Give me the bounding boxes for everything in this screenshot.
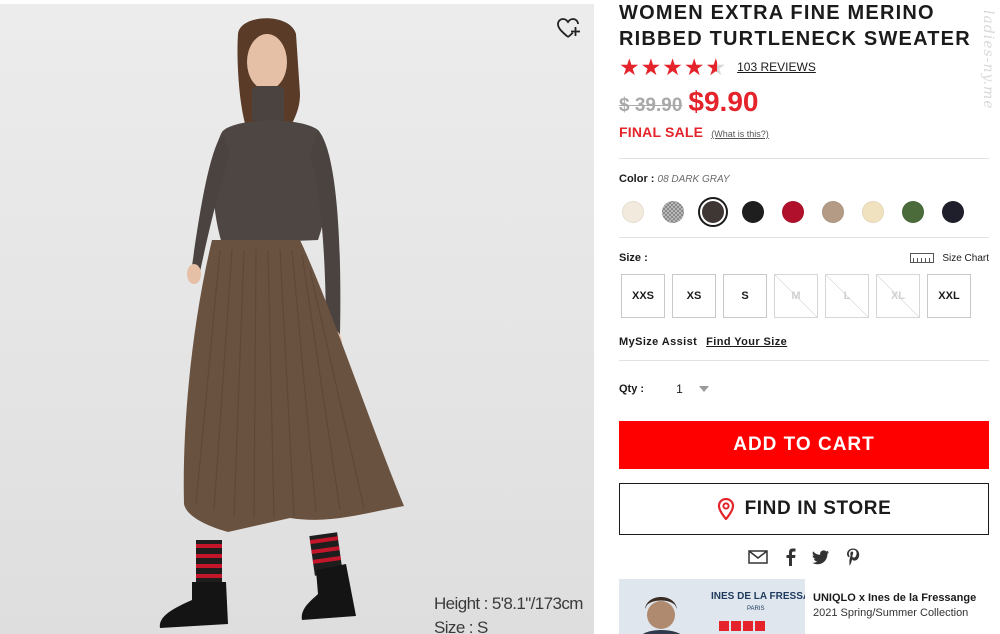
divider (619, 237, 989, 238)
color-swatches (622, 197, 989, 227)
model-illustration (159, 18, 404, 628)
mysize-assist: MySize Assist Find Your Size (619, 334, 989, 350)
location-pin-icon (717, 498, 734, 520)
find-in-store-label: FIND IN STORE (744, 498, 892, 519)
model-size: Size : S (434, 618, 488, 634)
twitter-icon[interactable] (812, 549, 830, 565)
divider (619, 360, 989, 361)
size-option-xl[interactable]: XL (876, 274, 920, 318)
color-swatch[interactable] (822, 201, 844, 223)
model-info: Height : 5'8.1"/173cm Size : S (434, 592, 583, 634)
ruler-icon (910, 253, 935, 263)
pinterest-icon[interactable] (846, 548, 860, 566)
size-option-l[interactable]: L (825, 274, 869, 318)
qty-label: Qty : (619, 383, 645, 395)
original-price: $ 39.90 (619, 95, 683, 116)
mysize-label: MySize Assist (619, 336, 698, 348)
color-label: Color : 08 DARK GRAY (619, 173, 989, 187)
promo-text: UNIQLO x Ines de la Fressange 2021 Sprin… (813, 591, 976, 634)
promo-banner-title: INES DE LA FRESSANGE (711, 591, 805, 602)
size-label: Size : (619, 252, 648, 264)
size-options: XXS XS S M L XL XXL (621, 274, 989, 318)
star-icon: ★ (683, 54, 705, 80)
find-in-store-button[interactable]: FIND IN STORE (619, 483, 989, 535)
color-swatch[interactable] (742, 201, 764, 223)
size-option-s[interactable]: S (723, 274, 767, 318)
color-swatch[interactable] (698, 197, 728, 227)
promo-subheading: 2021 Spring/Summer Collection (813, 607, 969, 619)
color-swatch[interactable] (902, 201, 924, 223)
size-option-m[interactable]: M (774, 274, 818, 318)
size-option-xs[interactable]: XS (672, 274, 716, 318)
star-icon: ★ (640, 54, 662, 80)
find-your-size-link[interactable]: Find Your Size (706, 336, 787, 348)
size-option-xxl[interactable]: XXL (927, 274, 971, 318)
size-header: Size : Size Chart (619, 250, 989, 266)
qty-select[interactable]: 1 (676, 382, 683, 396)
sale-price: $9.90 (688, 86, 759, 117)
final-sale-row: FINAL SALE (What is this?) (619, 124, 989, 146)
chevron-down-icon[interactable] (698, 386, 709, 392)
product-image[interactable]: Height : 5'8.1"/173cm Size : S (0, 4, 594, 634)
color-swatch[interactable] (662, 201, 684, 223)
heart-plus-icon[interactable] (556, 16, 582, 40)
product-title-line2: RIBBED TURTLENECK SWEATER (619, 28, 971, 50)
size-chart-link[interactable]: Size Chart (910, 253, 989, 264)
color-swatch[interactable] (622, 201, 644, 223)
model-height: Height : 5'8.1"/173cm (434, 594, 583, 613)
reviews-link[interactable]: 103 REVIEWS (737, 60, 816, 74)
email-icon[interactable] (748, 550, 768, 564)
promo-illustration: INES DE LA FRESSANGE PARIS (619, 579, 805, 634)
add-to-cart-button[interactable]: ADD TO CART (619, 421, 989, 469)
share-row (619, 547, 989, 567)
price-row: $ 39.90 $9.90 (619, 86, 989, 120)
product-info-panel: WOMEN EXTRA FINE MERINO RIBBED TURTLENEC… (619, 0, 989, 634)
quantity-row: Qty : 1 (619, 377, 989, 401)
product-title-line1: WOMEN EXTRA FINE MERINO (619, 2, 935, 24)
promo-banner-city: PARIS (747, 606, 765, 612)
watermark: ladies-ny.me (980, 10, 996, 110)
promo-heading: UNIQLO x Ines de la Fressange (813, 592, 977, 604)
final-sale-label: FINAL SALE (619, 124, 704, 140)
facebook-icon[interactable] (784, 548, 796, 566)
star-rating: ★ ★ ★ ★ ★ (619, 54, 727, 80)
color-swatch[interactable] (862, 201, 884, 223)
color-swatch[interactable] (942, 201, 964, 223)
size-option-xxs[interactable]: XXS (621, 274, 665, 318)
star-icon: ★ (662, 54, 683, 80)
size-chart-label: Size Chart (942, 252, 989, 264)
rating-row: ★ ★ ★ ★ ★ 103 REVIEWS (619, 54, 989, 80)
half-star-icon: ★ (706, 56, 727, 79)
color-label-text: Color : (619, 173, 655, 185)
product-title: WOMEN EXTRA FINE MERINO RIBBED TURTLENEC… (619, 0, 989, 52)
color-swatch[interactable] (782, 201, 804, 223)
what-is-this-link[interactable]: (What is this?) (711, 129, 769, 139)
star-icon: ★ (619, 54, 640, 80)
promo-banner[interactable]: INES DE LA FRESSANGE PARIS UNIQLO x Ines… (619, 579, 989, 634)
selected-color-name: 08 DARK GRAY (657, 174, 730, 185)
promo-image[interactable]: INES DE LA FRESSANGE PARIS (619, 579, 805, 634)
divider (619, 158, 989, 159)
